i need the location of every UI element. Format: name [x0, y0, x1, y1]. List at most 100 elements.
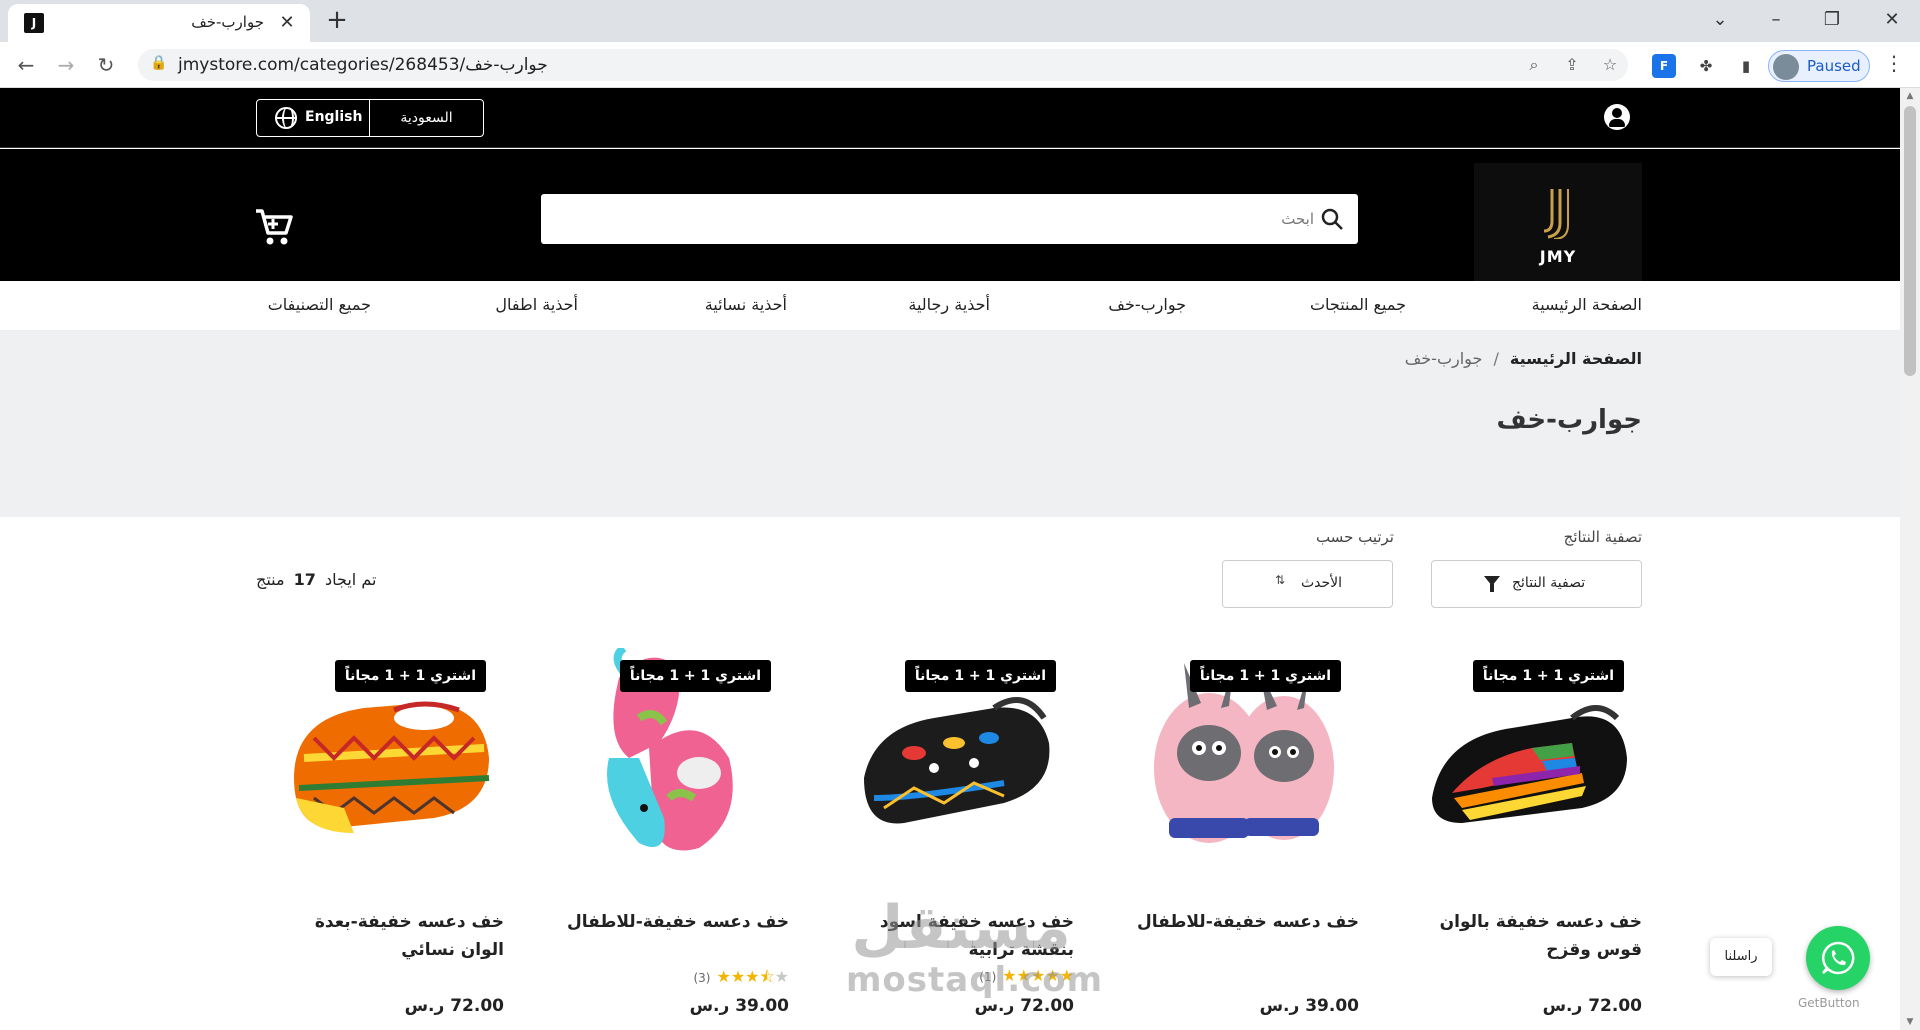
promo-badge: اشتري 1 + 1 مجاناً	[334, 660, 486, 692]
product-card[interactable]: اشتري 1 + 1 مجاناً خف دعسه خفيفة اسود بن…	[844, 648, 1074, 1030]
product-name[interactable]: خف دعسه خفيفة-بعدة الوان نسائي	[274, 908, 504, 964]
search-input[interactable]	[574, 194, 1314, 244]
count-value: 17	[293, 570, 316, 589]
sort-heading: ترتيب حسب	[1315, 528, 1394, 546]
globe-icon	[275, 107, 297, 129]
close-window-icon[interactable]: ✕	[1864, 0, 1920, 40]
minimize-icon[interactable]: –	[1748, 0, 1804, 40]
filter-funnel-icon	[1484, 576, 1500, 592]
scroll-down-icon[interactable]: ▼	[1900, 1014, 1920, 1030]
product-name[interactable]: خف دعسه خفيفة-للاطفال	[1129, 908, 1359, 936]
whatsapp-icon	[1821, 941, 1855, 975]
filter-button-label: تصفية النتائج	[1512, 575, 1586, 591]
breadcrumb-separator: /	[1493, 349, 1499, 368]
page-hero: الصفحة الرئيسية / جوارب-خف جوارب-خف	[0, 331, 1900, 517]
store-logo[interactable]: JMY	[1474, 163, 1642, 287]
product-price: 72.00 ر.س	[1542, 996, 1642, 1016]
main-menu: الصفحة الرئيسية جميع المنتجات جوارب-خف أ…	[0, 281, 1900, 331]
menu-item-all-categories[interactable]: جميع التصنيفات	[268, 295, 371, 314]
rating-star-half: ⯪	[759, 967, 775, 986]
search-icon[interactable]	[1320, 207, 1344, 231]
whatsapp-button[interactable]	[1806, 926, 1870, 990]
page-title: جوارب-خف	[1496, 405, 1642, 435]
account-icon[interactable]	[1604, 104, 1630, 130]
scroll-thumb[interactable]	[1904, 106, 1916, 376]
logo-mark-icon	[1543, 189, 1569, 239]
product-card[interactable]: اشتري 1 + 1 مجاناً خف دعسه خفيفة-بعدة ال…	[274, 648, 504, 1030]
rating-stars: ★★★	[716, 967, 760, 986]
locale-switcher: English السعودية	[256, 99, 484, 137]
menu-item-all-products[interactable]: جميع المنتجات	[1310, 295, 1406, 314]
site-favicon-icon: J	[24, 13, 44, 33]
product-name[interactable]: خف دعسه خفيفة اسود بنقشة ترابية	[844, 908, 1074, 964]
browser-menu-icon[interactable]: ⋮	[1882, 51, 1906, 75]
product-name[interactable]: خف دعسه خفيفة بالوان قوس وقزح	[1412, 908, 1642, 964]
page-scrollbar[interactable]: ▲ ▼	[1900, 88, 1920, 1030]
forward-icon[interactable]: →	[52, 51, 80, 79]
browser-tab[interactable]: J جوارب-خف ✕	[8, 4, 310, 42]
language-button[interactable]: English	[257, 100, 370, 136]
rating-count: (3)	[693, 971, 711, 985]
breadcrumb-home[interactable]: الصفحة الرئيسية	[1510, 349, 1642, 368]
rating-count: (1)	[979, 970, 997, 984]
menu-item-women-shoes[interactable]: أحذية نسائية	[705, 295, 787, 314]
new-tab-icon[interactable]: +	[322, 6, 352, 36]
browser-tab-strip: J جوارب-خف ✕ + ⌄ – ❐ ✕	[0, 0, 1920, 42]
rating-star-empty: ★	[774, 967, 789, 986]
promo-badge: اشتري 1 + 1 مجاناً	[904, 660, 1056, 692]
profile-button[interactable]: Paused	[1768, 50, 1870, 82]
menu-item-men-shoes[interactable]: أحذية رجالية	[908, 295, 990, 314]
extensions-puzzle-icon[interactable]: ✤	[1694, 54, 1718, 78]
product-card[interactable]: اشتري 1 + 1 مجاناً خف دعسه خفيفة-للاطفال…	[1129, 648, 1359, 1030]
side-panel-icon[interactable]: ▮	[1734, 54, 1758, 78]
filter-heading: تصفية النتائج	[1563, 528, 1642, 546]
sort-value: الأحدث	[1301, 575, 1343, 591]
count-prefix: تم ايجاد	[325, 570, 377, 589]
avatar	[1773, 54, 1799, 80]
tab-title: جوارب-خف	[191, 13, 264, 31]
menu-item-kids-shoes[interactable]: أحذية اطفال	[495, 295, 578, 314]
product-card[interactable]: اشتري 1 + 1 مجاناً خف دعسه خفيفة-للاطفال…	[559, 648, 789, 1030]
zoom-search-icon[interactable]: ⌕	[1522, 53, 1546, 77]
product-price: 39.00 ر.س	[689, 996, 789, 1016]
cart-icon[interactable]	[254, 207, 294, 247]
breadcrumb-current: جوارب-خف	[1404, 349, 1483, 368]
whatsapp-tooltip[interactable]: راسلنا	[1710, 938, 1772, 976]
close-tab-icon[interactable]: ✕	[274, 10, 300, 36]
tab-search-chevron-icon[interactable]: ⌄	[1692, 0, 1748, 40]
scroll-up-icon[interactable]: ▲	[1900, 88, 1920, 104]
menu-item-socks-slippers[interactable]: جوارب-خف	[1108, 295, 1186, 314]
product-price: 72.00 ر.س	[404, 996, 504, 1016]
page-viewport: English السعودية JMY ابحث الصفحة الرئيسي…	[0, 88, 1900, 1030]
language-label: English	[305, 109, 363, 125]
filter-button[interactable]: تصفية النتائج	[1431, 560, 1642, 608]
profile-status: Paused	[1807, 57, 1861, 75]
search-bar	[541, 194, 1358, 244]
menu-item-home[interactable]: الصفحة الرئيسية	[1532, 295, 1642, 314]
site-header: JMY	[0, 149, 1900, 287]
breadcrumb: الصفحة الرئيسية / جوارب-خف	[1405, 349, 1642, 368]
logo-text: JMY	[1539, 247, 1577, 266]
product-card[interactable]: اشتري 1 + 1 مجاناً خف دعسه خفيفة بالوان …	[1412, 648, 1642, 1030]
share-icon[interactable]: ⇪	[1560, 53, 1584, 77]
product-price: 39.00 ر.س	[1259, 996, 1359, 1016]
url-text[interactable]: jmystore.com/categories/268453/جوارب-خف	[178, 55, 548, 75]
top-strip: English السعودية	[0, 88, 1900, 148]
reload-icon[interactable]: ↻	[92, 51, 120, 79]
sort-select[interactable]: ⇅ الأحدث	[1222, 560, 1393, 608]
back-icon[interactable]: ←	[12, 51, 40, 79]
sort-arrows-icon: ⇅	[1275, 573, 1286, 587]
lock-icon[interactable]: 🔒	[150, 55, 167, 71]
extension-icon[interactable]: F	[1652, 54, 1676, 78]
rating-stars: ★★★★★	[1002, 966, 1074, 985]
result-count: تم ايجاد 17 منتج	[256, 570, 376, 589]
browser-toolbar: ← → ↻ 🔒 jmystore.com/categories/268453/ج…	[0, 42, 1920, 88]
getbutton-credit[interactable]: GetButton	[1798, 996, 1860, 1010]
count-suffix: منتج	[256, 570, 285, 589]
restore-icon[interactable]: ❐	[1804, 0, 1860, 40]
bookmark-star-icon[interactable]: ☆	[1598, 53, 1622, 77]
country-button[interactable]: السعودية	[370, 100, 483, 136]
product-name[interactable]: خف دعسه خفيفة-للاطفال	[559, 908, 789, 936]
address-bar[interactable]: 🔒 jmystore.com/categories/268453/جوارب-خ…	[138, 49, 1628, 81]
product-price: 72.00 ر.س	[974, 996, 1074, 1016]
